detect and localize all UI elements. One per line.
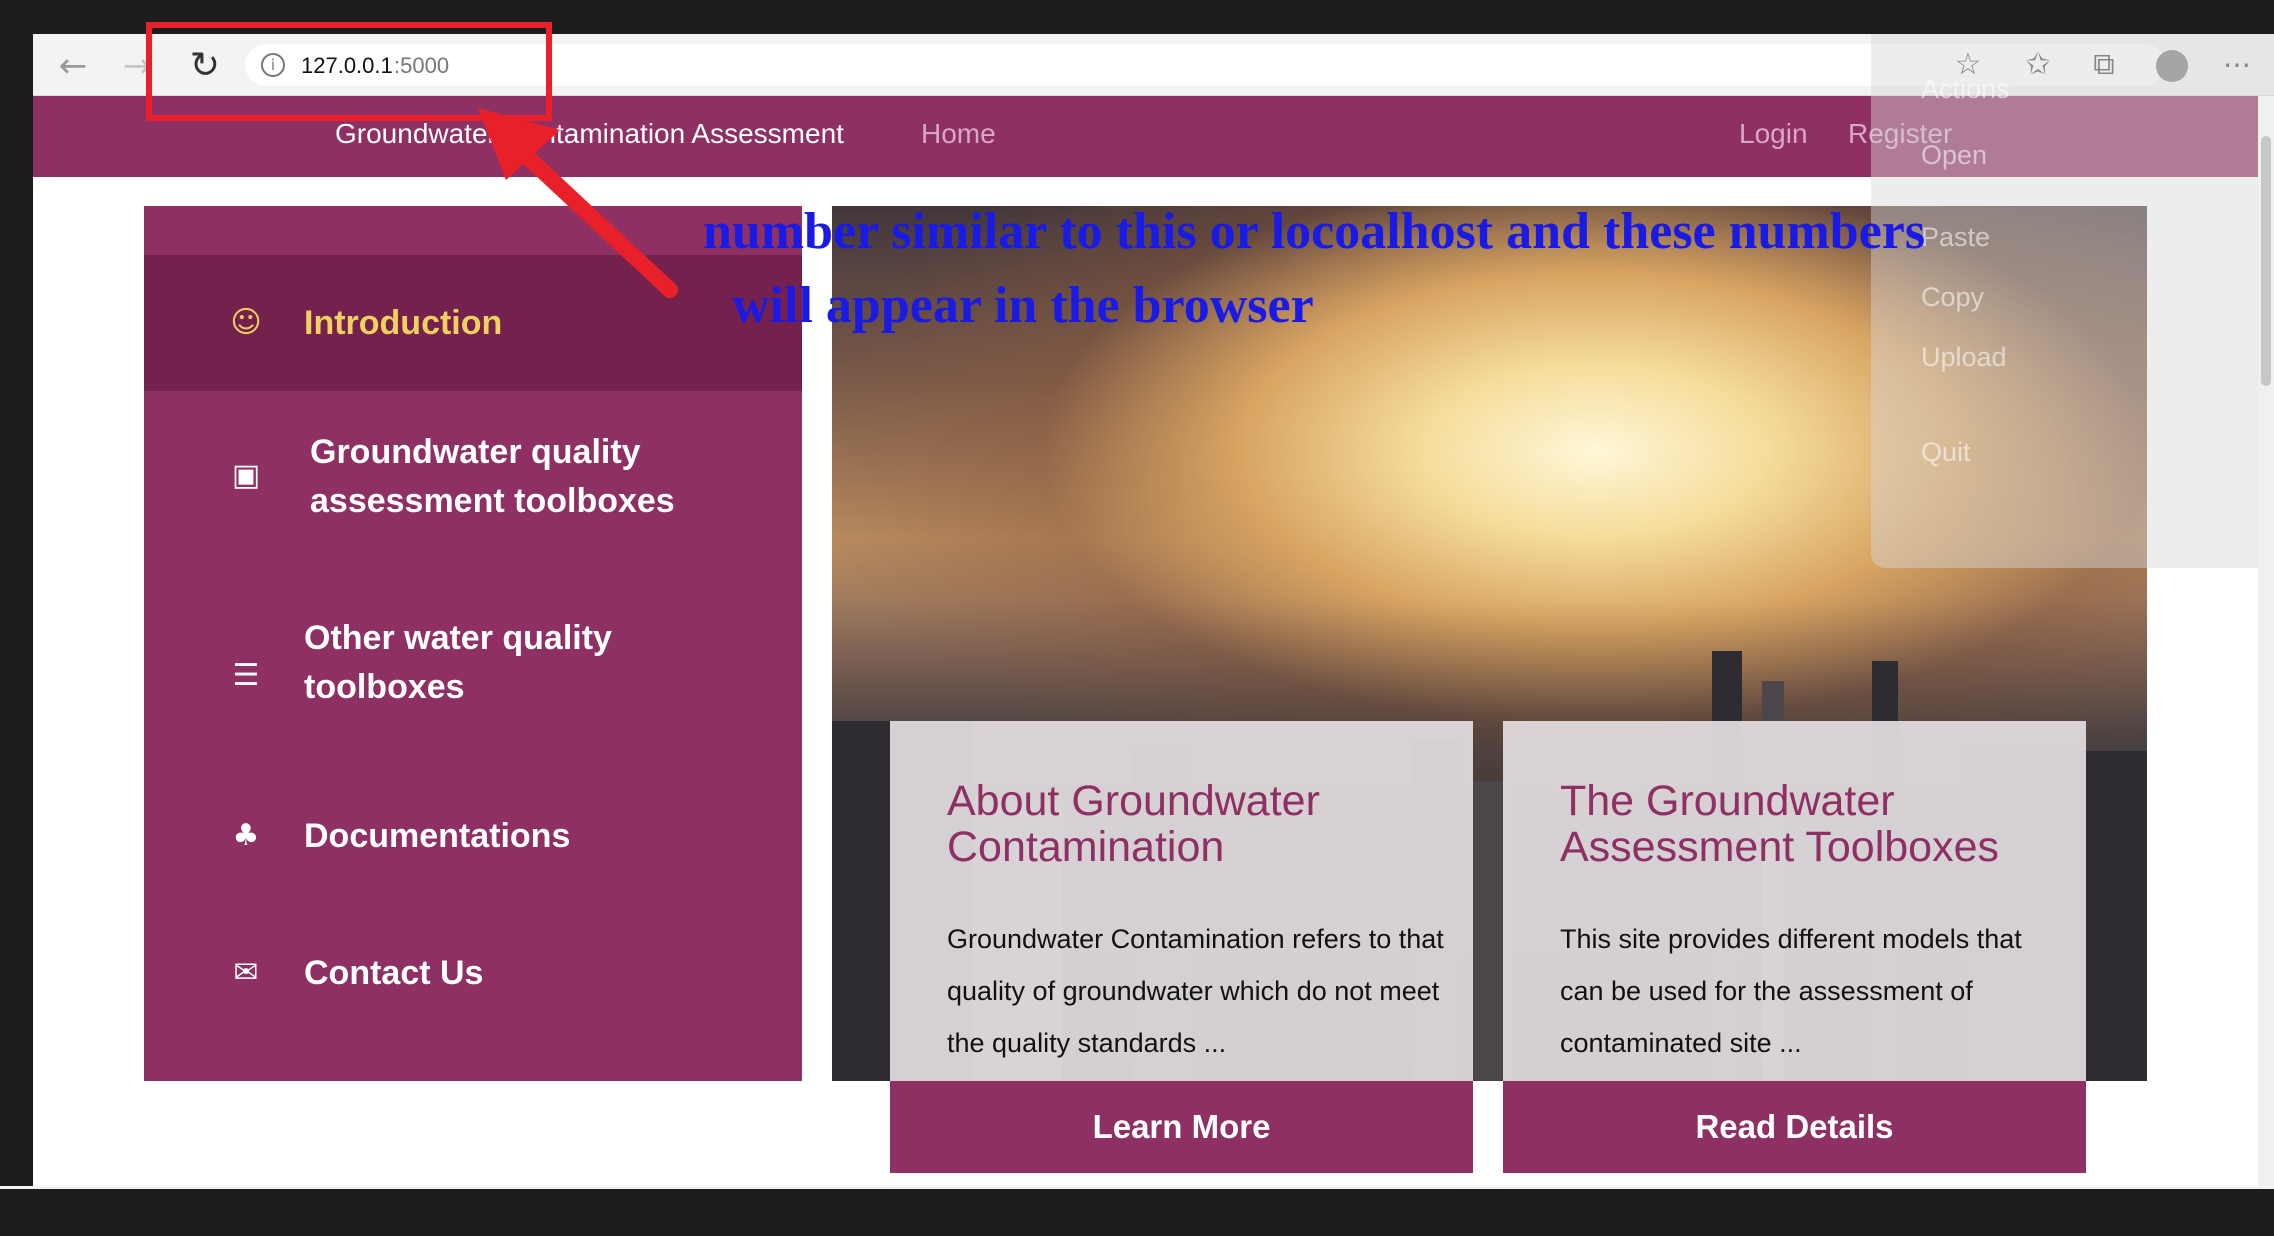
screen: ← → ↻ i 127.0.0.1 :5000 ☆ ✩ ⧉ ⋯ Groundwa… [0, 0, 2274, 1236]
annotation-text-line: will appear in the browser [732, 277, 1314, 334]
annotation-text-line: number similar to this or locoalhost and… [703, 203, 1926, 260]
arrow-shaft [512, 142, 678, 298]
window-bottom-edge [0, 1186, 2274, 1236]
annotation-arrow [478, 108, 678, 298]
